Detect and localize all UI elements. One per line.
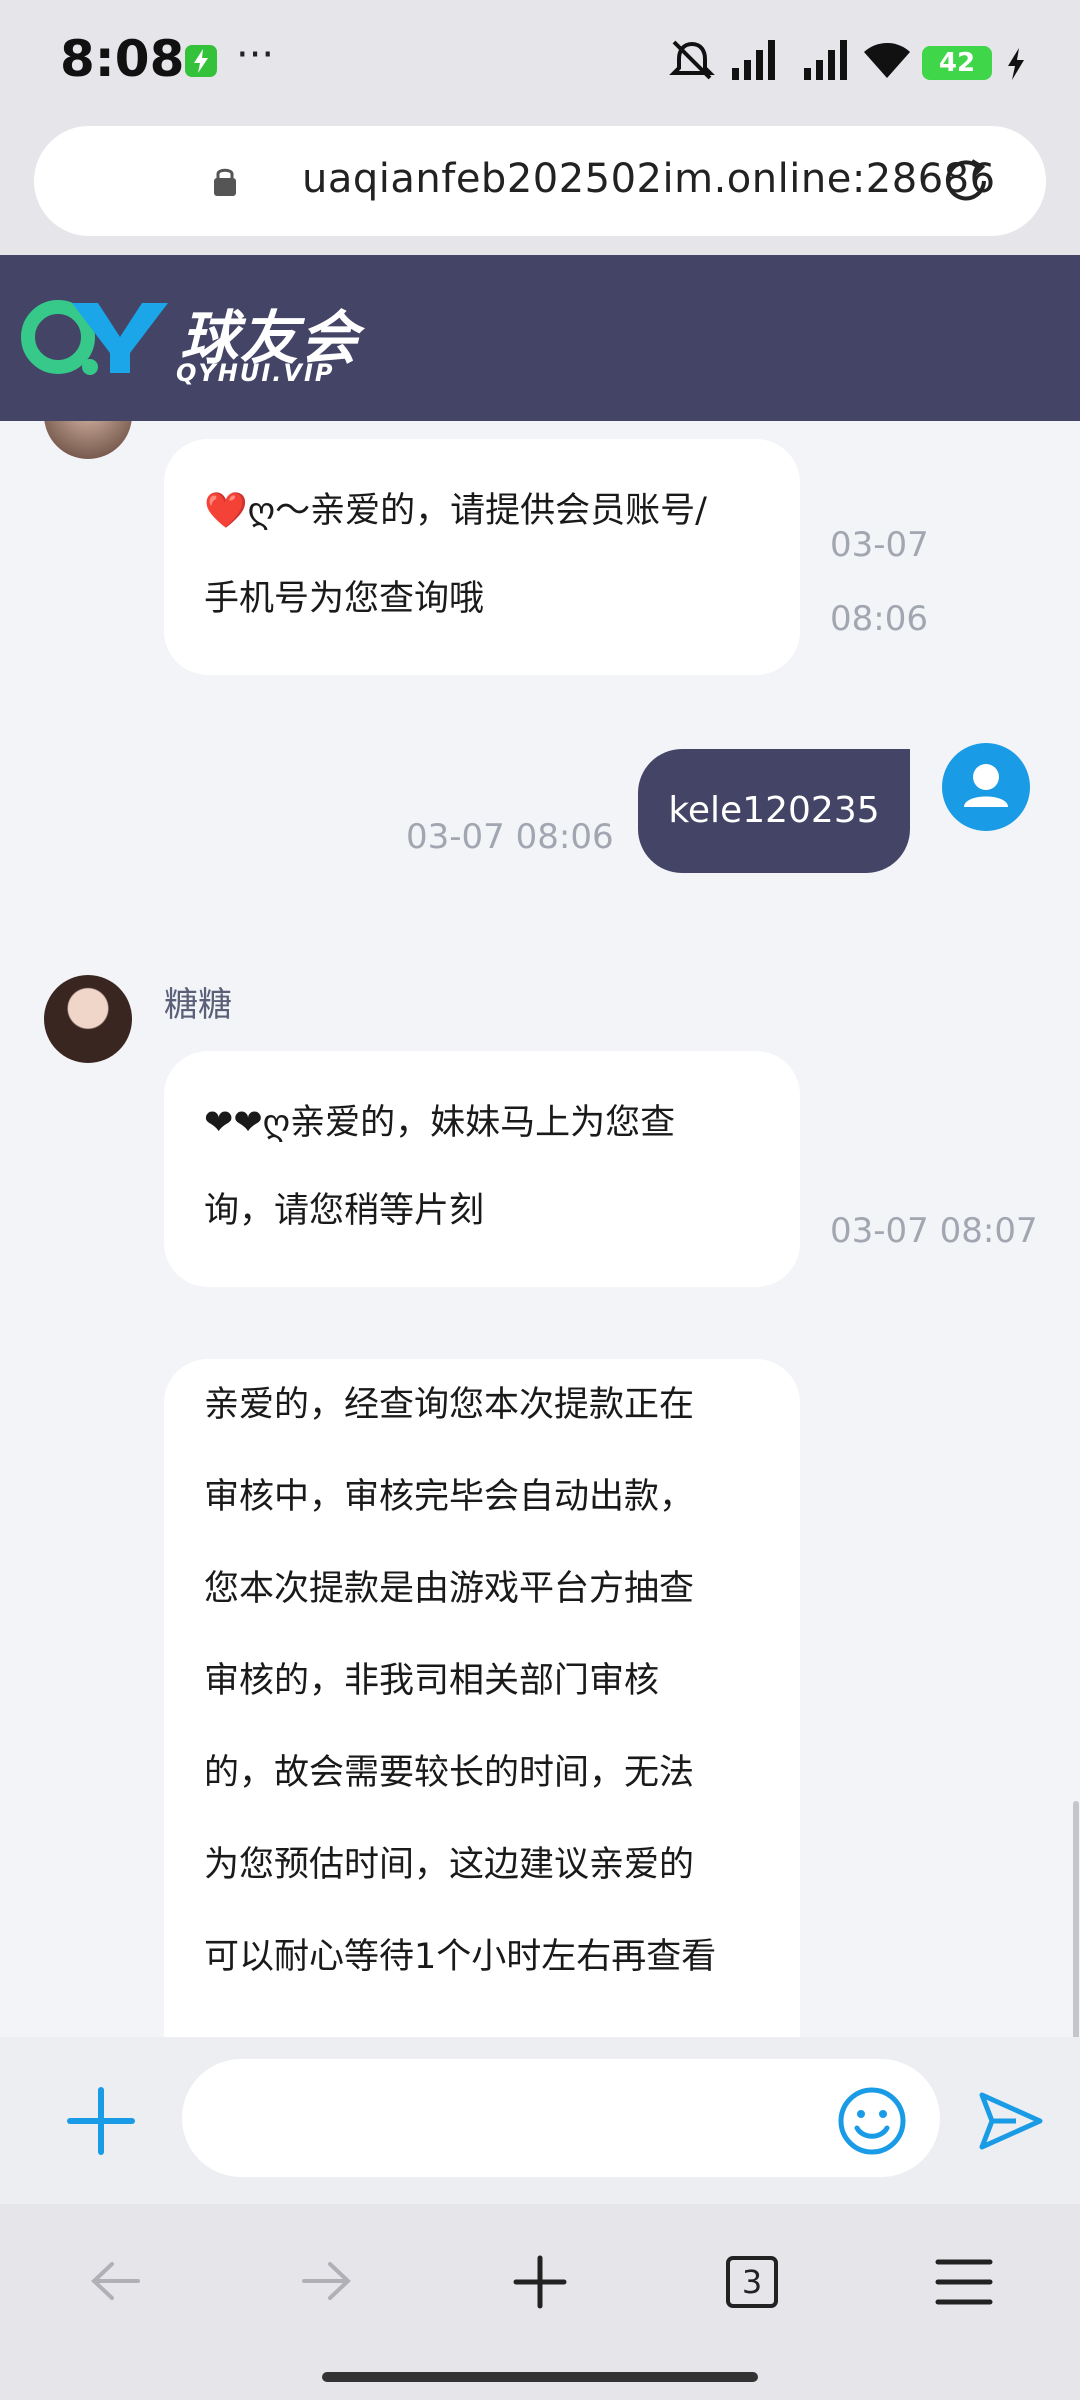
agent-name: 糖糖 <box>164 985 232 1025</box>
tab-count: 3 <box>741 2263 763 2301</box>
user-avatar <box>942 743 1030 831</box>
agent-avatar <box>44 421 132 459</box>
message-text-line: 可以耐心等待1个小时左右再查看 <box>204 1937 717 1977</box>
address-bar[interactable]: uaqianfeb202502im.online:28686 <box>34 126 1046 236</box>
lock-icon <box>214 168 236 196</box>
user-avatar-icon <box>964 764 1008 807</box>
message-text-line: ❤️ღ～亲爱的，请提供会员账号/ <box>204 491 707 531</box>
agent-message-bubble: 亲爱的，经查询您本次提款正在 审核中，审核完毕会自动出款， 您本次提款是由游戏平… <box>164 1359 800 2037</box>
user-message-bubble: kele120235 <box>638 749 910 873</box>
wifi-icon <box>864 43 910 78</box>
browser-toolbar: uaqianfeb202502im.online:28686 <box>0 118 1080 255</box>
signal-icon-1 <box>732 40 775 80</box>
message-text-line: 审核的，非我司相关部门审核 <box>204 1661 660 1701</box>
browser-nav-bar: 3 <box>0 2204 1080 2400</box>
message-timestamp-time: 08:06 <box>830 599 928 639</box>
message-timestamp-date: 03-07 <box>830 525 929 565</box>
brand-name-en: QYHUI.VIP <box>176 359 335 387</box>
emoji-icon[interactable] <box>836 2085 908 2157</box>
signal-icon-2 <box>804 40 847 80</box>
menu-icon[interactable] <box>934 2256 994 2308</box>
agent-message-bubble: ❤❤ღ亲爱的，妹妹马上为您查 询，请您稍等片刻 <box>164 1051 800 1287</box>
status-time: 8:08 <box>60 30 185 88</box>
reload-icon[interactable] <box>938 153 994 209</box>
message-text-line: 亲爱的，经查询您本次提款正在 <box>204 1385 695 1425</box>
charging-app-icon <box>185 45 217 77</box>
message-text-line: ❤❤ღ亲爱的，妹妹马上为您查 <box>204 1103 676 1143</box>
chat-scrollbar[interactable] <box>1073 1801 1079 2037</box>
message-timestamp: 03-07 08:07 <box>830 1211 1038 1251</box>
message-text: kele120235 <box>668 790 880 831</box>
home-indicator[interactable] <box>322 2372 758 2382</box>
status-bar: 8:08 ··· 42 <box>0 0 1080 118</box>
mute-icon <box>669 40 715 80</box>
brand-logo-mark <box>21 300 168 375</box>
url-text[interactable]: uaqianfeb202502im.online:28686 <box>302 156 996 202</box>
battery-icon: 42 <box>922 46 992 80</box>
send-icon[interactable] <box>976 2089 1046 2153</box>
message-input[interactable] <box>182 2059 940 2177</box>
agent-message-bubble: ❤️ღ～亲爱的，请提供会员账号/ 手机号为您查询哦 <box>164 439 800 675</box>
message-composer <box>0 2037 1080 2204</box>
message-text-line: 的，故会需要较长的时间，无法 <box>204 1753 695 1793</box>
new-tab-icon[interactable] <box>512 2254 568 2310</box>
site-header: 球友会 QYHUI.VIP <box>0 255 1080 421</box>
chat-message-list[interactable]: ❤️ღ～亲爱的，请提供会员账号/ 手机号为您查询哦 03-07 08:06 03… <box>0 421 1080 2037</box>
message-text-line: 您本次提款是由游戏平台方抽查 <box>204 1569 695 1609</box>
message-text-line: 询，请您稍等片刻 <box>204 1191 485 1231</box>
message-text-line: 审核中，审核完毕会自动出款， <box>204 1477 695 1517</box>
message-timestamp: 03-07 08:06 <box>406 817 614 857</box>
agent-avatar <box>44 975 132 1063</box>
message-text-line: 手机号为您查询哦 <box>204 579 485 619</box>
message-text-line: 为您预估时间，这边建议亲爱的 <box>204 1845 695 1885</box>
charging-bolt-icon <box>1008 48 1024 80</box>
more-notifications-icon: ··· <box>236 32 275 78</box>
forward-arrow-icon[interactable] <box>298 2256 354 2306</box>
add-attachment-icon[interactable] <box>66 2086 136 2156</box>
tabs-button[interactable]: 3 <box>726 2256 778 2308</box>
back-arrow-icon[interactable] <box>88 2256 144 2306</box>
